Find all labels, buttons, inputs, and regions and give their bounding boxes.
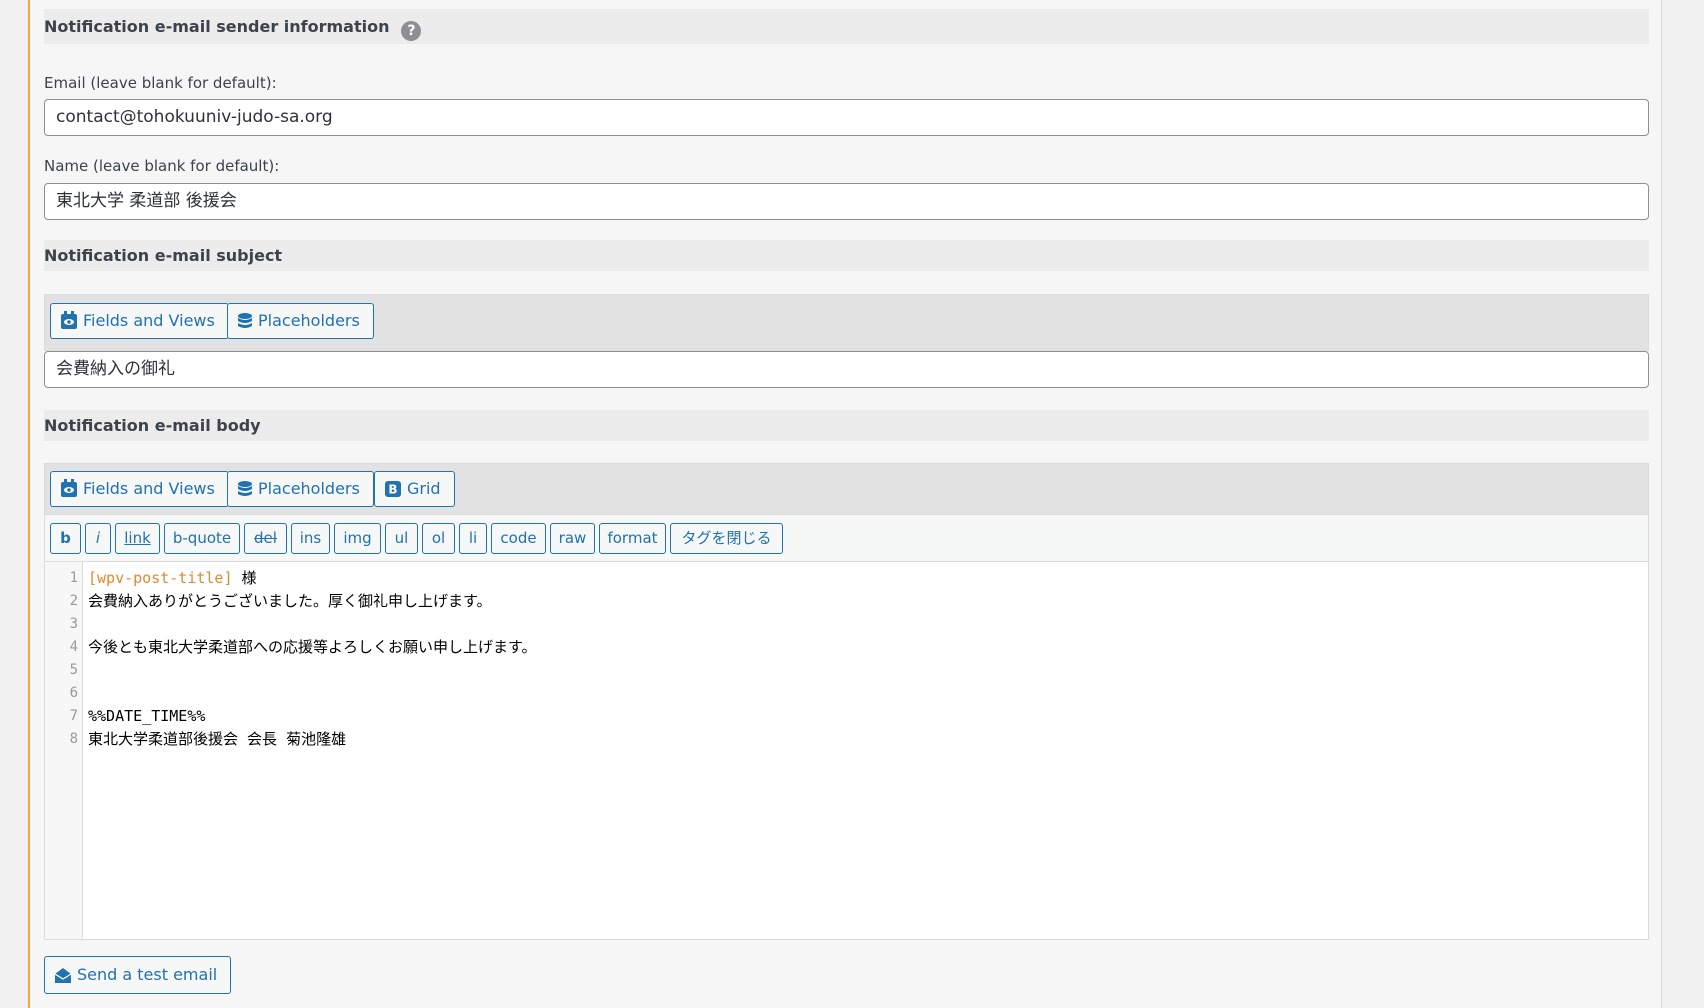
qt-li-button[interactable]: li [459,523,487,554]
code-line-1: [wpv-post-title] 様 [88,567,257,590]
email-label: Email (leave blank for default): [44,74,277,92]
code-line-7: %%DATE_TIME%% [88,707,206,725]
body-fields-and-views-label: Fields and Views [83,479,215,498]
qt-link-button[interactable]: link [115,523,160,554]
body-placeholders-button[interactable]: Placeholders [227,471,374,507]
qt-raw-button[interactable]: raw [550,523,595,554]
subject-placeholders-button[interactable]: Placeholders [227,303,374,339]
bootstrap-grid-icon: B [385,475,401,509]
qt-bquote-button[interactable]: b-quote [164,523,240,554]
sender-info-heading-text: Notification e-mail sender information [44,17,390,36]
email-input[interactable]: contact@tohokuuniv-judo-sa.org [44,99,1649,136]
qt-ol-button[interactable]: ol [422,523,455,554]
grid-label: Grid [407,479,441,498]
code-line-4: 今後とも東北大学柔道部への応援等よろしくお願い申し上げます。 [88,638,537,656]
line-number: 3 [69,616,78,632]
shortcode-token: [wpv-post-title] [88,569,233,587]
qt-code-button[interactable]: code [491,523,546,554]
name-label: Name (leave blank for default): [44,157,280,175]
line-number: 5 [69,662,78,678]
code-line-2: 会費納入ありがとうございました。厚く御礼申し上げます。 [88,592,492,610]
help-icon[interactable]: ? [401,21,422,41]
qt-format-button[interactable]: format [599,523,666,554]
database-icon [238,307,252,341]
database-icon [238,475,252,509]
body-heading: Notification e-mail body [44,410,1649,441]
line-number: 8 [69,731,78,747]
subject-fields-and-views-button[interactable]: Fields and Views [50,303,229,339]
qt-ul-button[interactable]: ul [385,523,418,554]
fields-views-icon [61,307,77,341]
line-number: 4 [69,639,78,655]
fields-views-icon [61,475,77,509]
body-toolbar: Fields and Views Placeholders B Grid [44,463,1649,515]
subject-heading-text: Notification e-mail subject [44,246,283,265]
qt-italic-button[interactable]: i [85,523,111,554]
name-input[interactable]: 東北大学 柔道部 後援会 [44,183,1649,220]
qt-close-tags-button[interactable]: タグを閉じる [670,523,783,554]
subject-heading: Notification e-mail subject [44,240,1649,271]
body-heading-text: Notification e-mail body [44,416,261,435]
line-number: 1 [69,570,78,586]
line-number: 6 [69,685,78,701]
grid-button[interactable]: B Grid [374,471,455,507]
line-number-gutter: 1 2 3 4 5 6 7 8 [45,562,83,939]
send-test-email-label: Send a test email [77,965,218,984]
subject-fields-and-views-label: Fields and Views [83,311,215,330]
code-line-8: 東北大学柔道部後援会 会長 菊池隆雄 [88,730,347,748]
qt-ins-button[interactable]: ins [291,523,330,554]
notification-settings-panel: Notification e-mail sender information? … [28,0,1662,1008]
qt-img-button[interactable]: img [334,523,381,554]
line-number: 7 [69,708,78,724]
sender-info-heading: Notification e-mail sender information? [44,9,1649,44]
subject-toolbar: Fields and Views Placeholders [44,294,1649,351]
subject-placeholders-label: Placeholders [258,311,360,330]
send-test-email-button[interactable]: Send a test email [44,956,232,996]
qt-del-button[interactable]: del [244,523,287,554]
body-fields-and-views-button[interactable]: Fields and Views [50,471,229,507]
quicktags-bar: b i link b-quote del ins img ul ol li co… [44,515,1649,562]
subject-input[interactable]: 会費納入の御礼 [44,351,1649,388]
svg-text:B: B [388,483,397,497]
body-placeholders-label: Placeholders [258,479,360,498]
open-envelope-icon [54,960,72,996]
code-line-1-text: 様 [232,569,257,587]
qt-bold-button[interactable]: b [50,523,81,554]
email-body-code-editor[interactable]: 1 2 3 4 5 6 7 8 [wpv-post-title] 様 会費納入あ… [44,562,1649,940]
line-number: 2 [69,593,78,609]
